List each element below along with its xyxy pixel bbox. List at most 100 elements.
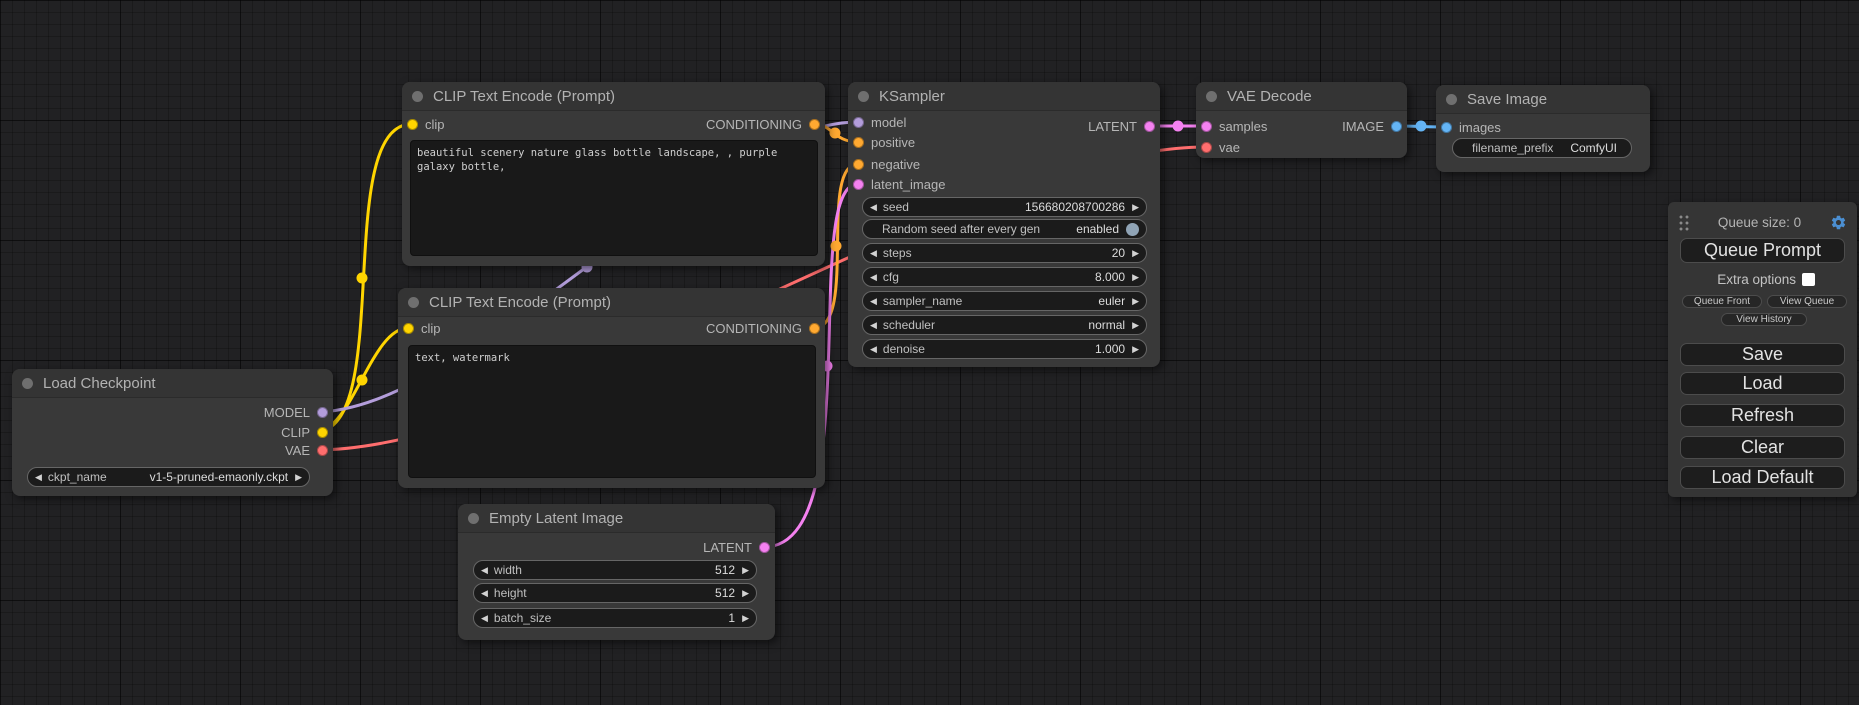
- increment-arrow-icon[interactable]: ▶: [742, 589, 749, 598]
- clear-button[interactable]: Clear: [1680, 436, 1845, 459]
- collapse-dot-icon[interactable]: [22, 378, 33, 389]
- filename-prefix-widget[interactable]: filename_prefix ComfyUI: [1452, 138, 1632, 158]
- node-title-bar[interactable]: Empty Latent Image: [458, 504, 775, 533]
- input-slot-samples[interactable]: samples: [1201, 119, 1267, 133]
- increment-arrow-icon[interactable]: ▶: [1132, 203, 1139, 212]
- slot-dot[interactable]: [853, 179, 864, 190]
- node-save-image[interactable]: Save Image images filename_prefix ComfyU…: [1436, 85, 1650, 172]
- node-title-bar[interactable]: KSampler: [848, 82, 1160, 111]
- node-title-bar[interactable]: Load Checkpoint: [12, 369, 333, 398]
- slot-dot[interactable]: [809, 323, 820, 334]
- input-slot-clip[interactable]: clip: [407, 117, 445, 131]
- output-slot-conditioning[interactable]: CONDITIONING: [706, 321, 820, 335]
- node-vae-decode[interactable]: VAE Decode samples vae IMAGE: [1196, 82, 1407, 158]
- node-empty-latent-image[interactable]: Empty Latent Image LATENT ◀ width 512 ▶ …: [458, 504, 775, 640]
- node-title-bar[interactable]: CLIP Text Encode (Prompt): [398, 288, 825, 317]
- decrement-arrow-icon[interactable]: ◀: [870, 297, 877, 306]
- drag-handle-icon[interactable]: [1678, 214, 1689, 231]
- slot-dot[interactable]: [317, 427, 328, 438]
- refresh-button[interactable]: Refresh: [1680, 404, 1845, 427]
- collapse-dot-icon[interactable]: [858, 91, 869, 102]
- slot-dot[interactable]: [1201, 142, 1212, 153]
- decrement-arrow-icon[interactable]: ◀: [870, 273, 877, 282]
- slot-dot[interactable]: [1391, 121, 1402, 132]
- input-slot-model[interactable]: model: [853, 115, 906, 129]
- negative-prompt-input[interactable]: text, watermark: [408, 345, 816, 478]
- node-graph-canvas[interactable]: Load Checkpoint MODEL CLIP VAE ◀ ckpt_na…: [0, 0, 1859, 705]
- output-slot-vae[interactable]: VAE: [285, 443, 328, 457]
- collapse-dot-icon[interactable]: [412, 91, 423, 102]
- increment-arrow-icon[interactable]: ▶: [1132, 297, 1139, 306]
- node-clip-text-encode-positive[interactable]: CLIP Text Encode (Prompt) clip CONDITION…: [402, 82, 825, 266]
- queue-prompt-button[interactable]: Queue Prompt: [1680, 238, 1845, 263]
- ckpt-name-widget[interactable]: ◀ ckpt_name v1-5-pruned-emaonly.ckpt ▶: [27, 467, 310, 487]
- input-slot-vae[interactable]: vae: [1201, 140, 1240, 154]
- node-title-bar[interactable]: VAE Decode: [1196, 82, 1407, 111]
- increment-arrow-icon[interactable]: ▶: [742, 614, 749, 623]
- view-history-button[interactable]: View History: [1721, 313, 1807, 326]
- decrement-arrow-icon[interactable]: ◀: [481, 614, 488, 623]
- node-load-checkpoint[interactable]: Load Checkpoint MODEL CLIP VAE ◀ ckpt_na…: [12, 369, 333, 496]
- collapse-dot-icon[interactable]: [408, 297, 419, 308]
- scheduler-widget[interactable]: ◀ scheduler normal ▶: [862, 315, 1147, 335]
- slot-dot[interactable]: [1144, 121, 1155, 132]
- collapse-dot-icon[interactable]: [1206, 91, 1217, 102]
- input-slot-clip[interactable]: clip: [403, 321, 441, 335]
- decrement-arrow-icon[interactable]: ◀: [481, 566, 488, 575]
- slot-dot[interactable]: [317, 445, 328, 456]
- decrement-arrow-icon[interactable]: ◀: [870, 345, 877, 354]
- cfg-widget[interactable]: ◀ cfg 8.000 ▶: [862, 267, 1147, 287]
- increment-arrow-icon[interactable]: ▶: [295, 473, 302, 482]
- input-slot-negative[interactable]: negative: [853, 157, 920, 171]
- load-button[interactable]: Load: [1680, 372, 1845, 395]
- collapse-dot-icon[interactable]: [1446, 94, 1457, 105]
- output-slot-model[interactable]: MODEL: [264, 405, 328, 419]
- input-slot-images[interactable]: images: [1441, 120, 1501, 134]
- height-widget[interactable]: ◀ height 512 ▶: [473, 583, 757, 603]
- increment-arrow-icon[interactable]: ▶: [742, 566, 749, 575]
- increment-arrow-icon[interactable]: ▶: [1132, 273, 1139, 282]
- decrement-arrow-icon[interactable]: ◀: [35, 473, 42, 482]
- slot-dot[interactable]: [1201, 121, 1212, 132]
- node-clip-text-encode-negative[interactable]: CLIP Text Encode (Prompt) clip CONDITION…: [398, 288, 825, 488]
- slot-dot[interactable]: [403, 323, 414, 334]
- width-widget[interactable]: ◀ width 512 ▶: [473, 560, 757, 580]
- output-slot-clip[interactable]: CLIP: [281, 425, 328, 439]
- queue-front-button[interactable]: Queue Front: [1682, 295, 1762, 308]
- save-button[interactable]: Save: [1680, 343, 1845, 366]
- slot-dot[interactable]: [853, 137, 864, 148]
- decrement-arrow-icon[interactable]: ◀: [870, 203, 877, 212]
- denoise-widget[interactable]: ◀ denoise 1.000 ▶: [862, 339, 1147, 359]
- load-default-button[interactable]: Load Default: [1680, 466, 1845, 489]
- node-title-bar[interactable]: CLIP Text Encode (Prompt): [402, 82, 825, 111]
- settings-gear-icon[interactable]: [1830, 214, 1847, 231]
- extra-options-checkbox[interactable]: [1802, 273, 1815, 286]
- decrement-arrow-icon[interactable]: ◀: [870, 249, 877, 258]
- increment-arrow-icon[interactable]: ▶: [1132, 345, 1139, 354]
- slot-dot[interactable]: [809, 119, 820, 130]
- toggle-knob-icon[interactable]: [1126, 223, 1139, 236]
- random-seed-toggle-widget[interactable]: Random seed after every gen enabled: [862, 219, 1147, 239]
- steps-widget[interactable]: ◀ steps 20 ▶: [862, 243, 1147, 263]
- output-slot-latent[interactable]: LATENT: [1088, 119, 1155, 133]
- output-slot-image[interactable]: IMAGE: [1342, 119, 1402, 133]
- increment-arrow-icon[interactable]: ▶: [1132, 321, 1139, 330]
- output-slot-conditioning[interactable]: CONDITIONING: [706, 117, 820, 131]
- decrement-arrow-icon[interactable]: ◀: [870, 321, 877, 330]
- seed-widget[interactable]: ◀ seed 156680208700286 ▶: [862, 197, 1147, 217]
- node-ksampler[interactable]: KSampler model positive negative latent_…: [848, 82, 1160, 367]
- input-slot-positive[interactable]: positive: [853, 135, 915, 149]
- slot-dot[interactable]: [853, 159, 864, 170]
- decrement-arrow-icon[interactable]: ◀: [481, 589, 488, 598]
- node-title-bar[interactable]: Save Image: [1436, 85, 1650, 114]
- batch-size-widget[interactable]: ◀ batch_size 1 ▶: [473, 608, 757, 628]
- slot-dot[interactable]: [759, 542, 770, 553]
- slot-dot[interactable]: [1441, 122, 1452, 133]
- sampler-name-widget[interactable]: ◀ sampler_name euler ▶: [862, 291, 1147, 311]
- input-slot-latent-image[interactable]: latent_image: [853, 177, 945, 191]
- slot-dot[interactable]: [407, 119, 418, 130]
- output-slot-latent[interactable]: LATENT: [703, 540, 770, 554]
- slot-dot[interactable]: [853, 117, 864, 128]
- view-queue-button[interactable]: View Queue: [1767, 295, 1847, 308]
- collapse-dot-icon[interactable]: [468, 513, 479, 524]
